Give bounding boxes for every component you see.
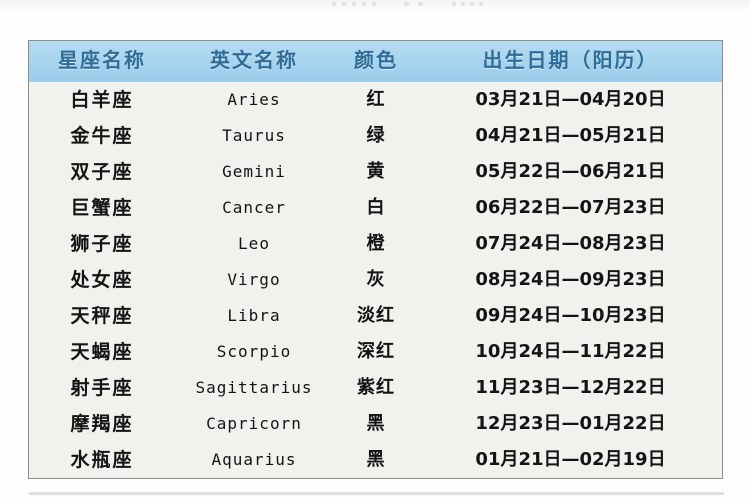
cell-english-name: Capricorn (175, 406, 333, 442)
table-row: 摩羯座 Capricorn 黑 12月23日—01月22日 (29, 406, 722, 442)
cell-birth-date: 06月22日—07月23日 (419, 190, 722, 226)
cell-sign-name: 双子座 (29, 154, 175, 190)
table-header: 星座名称 英文名称 颜色 出生日期（阳历） (29, 41, 722, 82)
cell-color: 淡红 (333, 298, 419, 334)
column-header-english-name: 英文名称 (175, 41, 333, 82)
cell-sign-name: 狮子座 (29, 226, 175, 262)
table-body: 白羊座 Aries 红 03月21日—04月20日 金牛座 Taurus 绿 04月21日—0… (29, 82, 722, 478)
cell-sign-name: 天秤座 (29, 298, 175, 334)
table-row: 天秤座 Libra 淡红 09月24日—10月23日 (29, 298, 722, 334)
table-row: 射手座 Sagittarius 紫红 11月23日—12月22日 (29, 370, 722, 406)
cell-english-name: Libra (175, 298, 333, 334)
cell-birth-date: 10月24日—11月22日 (419, 334, 722, 370)
table-row: 处女座 Virgo 灰 08月24日—09月23日 (29, 262, 722, 298)
cell-color: 红 (333, 82, 419, 118)
cell-birth-date: 01月21日—02月19日 (419, 442, 722, 478)
cell-english-name: Virgo (175, 262, 333, 298)
table-row: 巨蟹座 Cancer 白 06月22日—07月23日 (29, 190, 722, 226)
cell-sign-name: 水瓶座 (29, 442, 175, 478)
cell-color: 深红 (333, 334, 419, 370)
cell-sign-name: 射手座 (29, 370, 175, 406)
cell-sign-name: 金牛座 (29, 118, 175, 154)
cell-color: 黄 (333, 154, 419, 190)
table-row: 白羊座 Aries 红 03月21日—04月20日 (29, 82, 722, 118)
cell-english-name: Sagittarius (175, 370, 333, 406)
top-cropped-text-artifact (0, 0, 750, 14)
cell-english-name: Taurus (175, 118, 333, 154)
cell-english-name: Aquarius (175, 442, 333, 478)
cell-color: 灰 (333, 262, 419, 298)
cell-birth-date: 07月24日—08月23日 (419, 226, 722, 262)
table-row: 狮子座 Leo 橙 07月24日—08月23日 (29, 226, 722, 262)
cell-birth-date: 05月22日—06月21日 (419, 154, 722, 190)
cell-english-name: Gemini (175, 154, 333, 190)
table-row: 金牛座 Taurus 绿 04月21日—05月21日 (29, 118, 722, 154)
cell-birth-date: 11月23日—12月22日 (419, 370, 722, 406)
table-row: 天蝎座 Scorpio 深红 10月24日—11月22日 (29, 334, 722, 370)
table-bottom-edge (29, 492, 724, 495)
table-row: 水瓶座 Aquarius 黑 01月21日—02月19日 (29, 442, 722, 478)
table-row: 双子座 Gemini 黄 05月22日—06月21日 (29, 154, 722, 190)
cell-birth-date: 03月21日—04月20日 (419, 82, 722, 118)
cell-english-name: Leo (175, 226, 333, 262)
cell-sign-name: 白羊座 (29, 82, 175, 118)
cell-english-name: Cancer (175, 190, 333, 226)
column-header-sign-name: 星座名称 (29, 41, 175, 82)
cell-english-name: Scorpio (175, 334, 333, 370)
cell-color: 绿 (333, 118, 419, 154)
cell-color: 橙 (333, 226, 419, 262)
cell-sign-name: 天蝎座 (29, 334, 175, 370)
table-header-row: 星座名称 英文名称 颜色 出生日期（阳历） (29, 41, 722, 82)
cell-birth-date: 09月24日—10月23日 (419, 298, 722, 334)
zodiac-sign-table: 星座名称 英文名称 颜色 出生日期（阳历） 白羊座 Aries 红 03月21日—04… (29, 41, 722, 478)
cell-sign-name: 处女座 (29, 262, 175, 298)
cell-birth-date: 08月24日—09月23日 (419, 262, 722, 298)
cell-color: 白 (333, 190, 419, 226)
cell-birth-date: 12月23日—01月22日 (419, 406, 722, 442)
cell-color: 黑 (333, 442, 419, 478)
cell-color: 黑 (333, 406, 419, 442)
cell-sign-name: 巨蟹座 (29, 190, 175, 226)
column-header-color: 颜色 (333, 41, 419, 82)
column-header-birth-date: 出生日期（阳历） (419, 41, 722, 82)
cell-sign-name: 摩羯座 (29, 406, 175, 442)
cell-english-name: Aries (175, 82, 333, 118)
cell-birth-date: 04月21日—05月21日 (419, 118, 722, 154)
page-root: 星座名称 英文名称 颜色 出生日期（阳历） 白羊座 Aries 红 03月21日—04… (0, 0, 750, 500)
cell-color: 紫红 (333, 370, 419, 406)
